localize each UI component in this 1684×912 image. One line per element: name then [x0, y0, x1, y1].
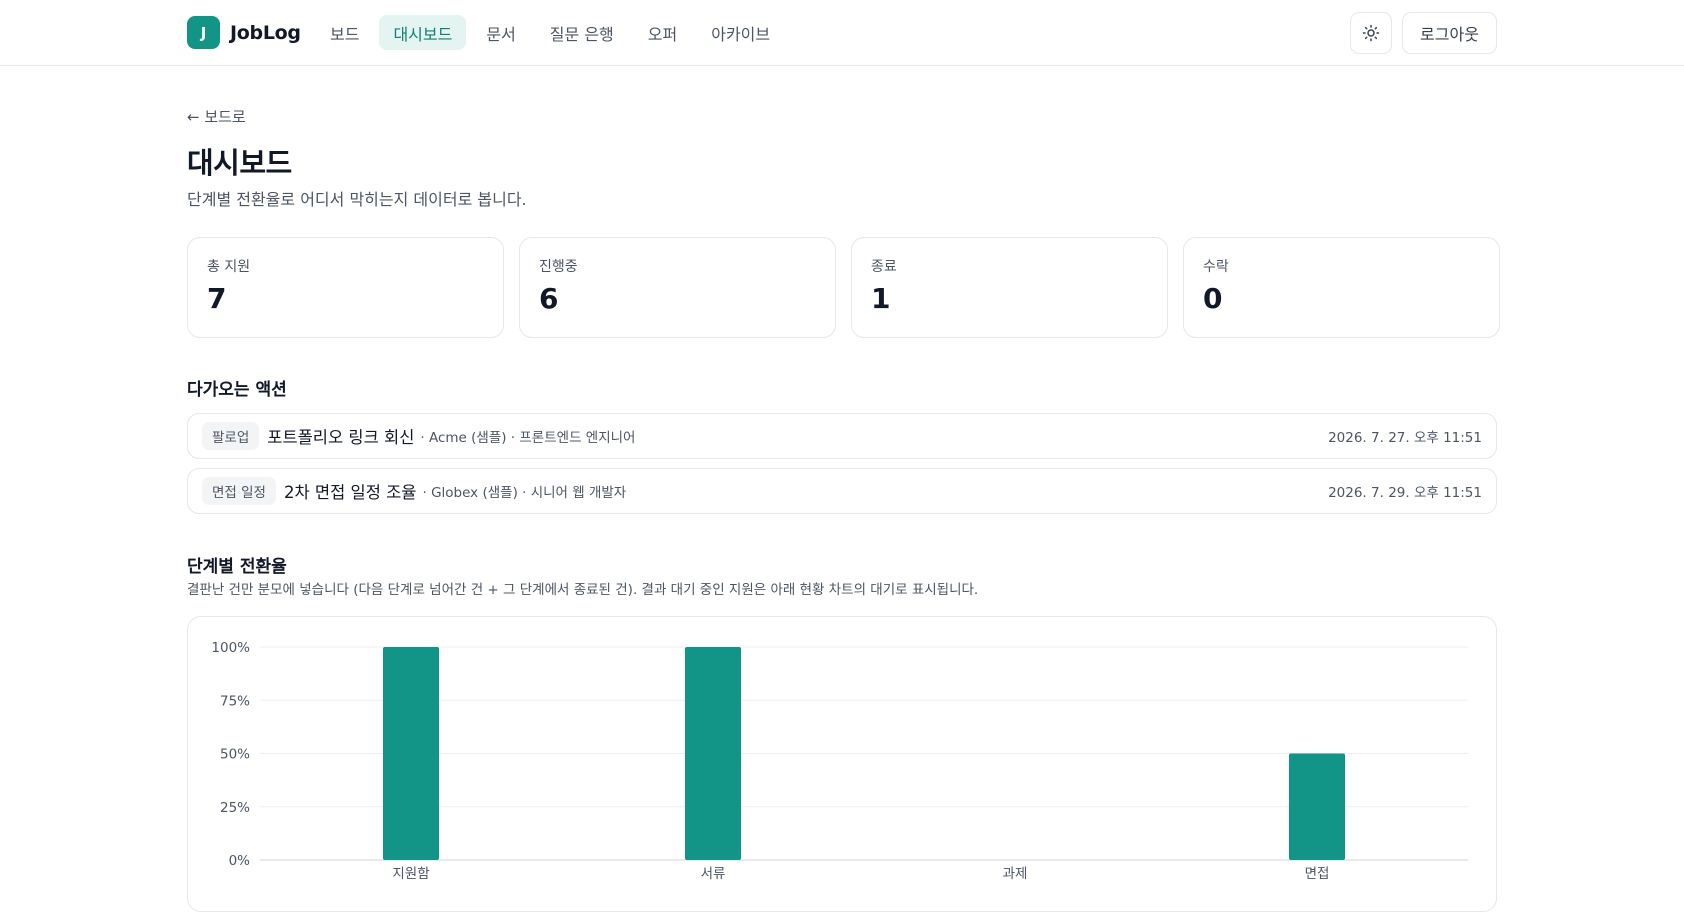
x-tick-label: 서류: [701, 866, 726, 882]
stat-label: 수락: [1203, 259, 1229, 275]
action-tag: 팔로업: [202, 422, 260, 450]
sun-icon: [1362, 24, 1380, 42]
bar: [383, 647, 439, 860]
action-item[interactable]: 면접 일정 2차 면접 일정 조율 · Globex (샘플) · 시니어 웹 …: [187, 468, 1497, 514]
stat-value: 7: [207, 282, 227, 315]
stat-value: 6: [539, 282, 559, 315]
stat-label: 진행중: [539, 259, 578, 275]
action-meta: · Acme (샘플) · 프론트엔드 엔지니어: [420, 430, 636, 446]
y-tick-label: 50%: [220, 747, 250, 763]
stat-card-closed: 종료 1: [851, 237, 1168, 338]
action-title: 포트폴리오 링크 회신: [267, 428, 415, 447]
bar: [685, 647, 741, 860]
nav-item-documents[interactable]: 문서: [472, 15, 529, 50]
bar: [1289, 753, 1345, 860]
theme-toggle-button[interactable]: [1350, 12, 1392, 54]
conversion-title: 단계별 전환율: [187, 557, 287, 577]
x-tick-label: 지원함: [392, 866, 429, 882]
main-nav: 보드 대시보드 문서 질문 은행 오퍼 아카이브: [316, 15, 784, 50]
action-tag: 면접 일정: [202, 477, 276, 505]
stat-card-total: 총 지원 7: [187, 237, 504, 338]
conversion-bar-chart: 0% 25% 50% 75% 100% 지원함 서류 과제 면접: [211, 640, 1468, 882]
stat-label: 종료: [871, 259, 897, 275]
action-title: 2차 면접 일정 조율: [283, 483, 417, 502]
x-tick-label: 면접: [1305, 866, 1330, 882]
stat-label: 총 지원: [207, 259, 251, 275]
stat-value: 0: [1203, 282, 1223, 315]
logout-button[interactable]: 로그아웃: [1402, 12, 1497, 54]
action-date: 2026. 7. 27. 오후 11:51: [1328, 430, 1482, 446]
y-tick-label: 0%: [229, 853, 251, 869]
action-date: 2026. 7. 29. 오후 11:51: [1328, 485, 1482, 501]
conversion-chart-card: 0% 25% 50% 75% 100% 지원함 서류 과제 면접: [187, 616, 1497, 912]
page-subtitle: 단계별 전환율로 어디서 막히는지 데이터로 봅니다.: [187, 190, 527, 209]
nav-item-offers[interactable]: 오퍼: [634, 15, 691, 50]
brand[interactable]: J JobLog: [187, 16, 301, 49]
y-tick-label: 25%: [220, 800, 250, 816]
action-item[interactable]: 팔로업 포트폴리오 링크 회신 · Acme (샘플) · 프론트엔드 엔지니어…: [187, 413, 1497, 459]
stat-card-accepted: 수락 0: [1183, 237, 1500, 338]
top-navigation-bar: J JobLog 보드 대시보드 문서 질문 은행 오퍼 아카이브 로그아웃: [0, 0, 1684, 66]
app-logo: J: [187, 16, 220, 49]
y-tick-label: 100%: [211, 640, 250, 656]
y-tick-label: 75%: [220, 693, 250, 709]
action-meta: · Globex (샘플) · 시니어 웹 개발자: [422, 485, 627, 501]
nav-item-question-bank[interactable]: 질문 은행: [536, 15, 628, 50]
upcoming-actions-title: 다가오는 액션: [187, 380, 287, 400]
nav-item-board[interactable]: 보드: [316, 15, 373, 50]
back-to-board-link[interactable]: ← 보드로: [187, 106, 246, 127]
x-tick-label: 과제: [1003, 866, 1028, 882]
nav-item-archive[interactable]: 아카이브: [697, 15, 784, 50]
stats-row: 총 지원 7 진행중 6 종료 1 수락 0: [187, 237, 1500, 338]
app-name: JobLog: [230, 21, 301, 44]
nav-item-dashboard[interactable]: 대시보드: [379, 15, 467, 50]
stat-value: 1: [871, 282, 891, 315]
page-title: 대시보드: [187, 146, 292, 180]
conversion-description: 결판난 건만 분모에 넣습니다 (다음 단계로 넘어간 건 + 그 단계에서 종…: [187, 582, 979, 598]
stat-card-in-progress: 진행중 6: [519, 237, 836, 338]
